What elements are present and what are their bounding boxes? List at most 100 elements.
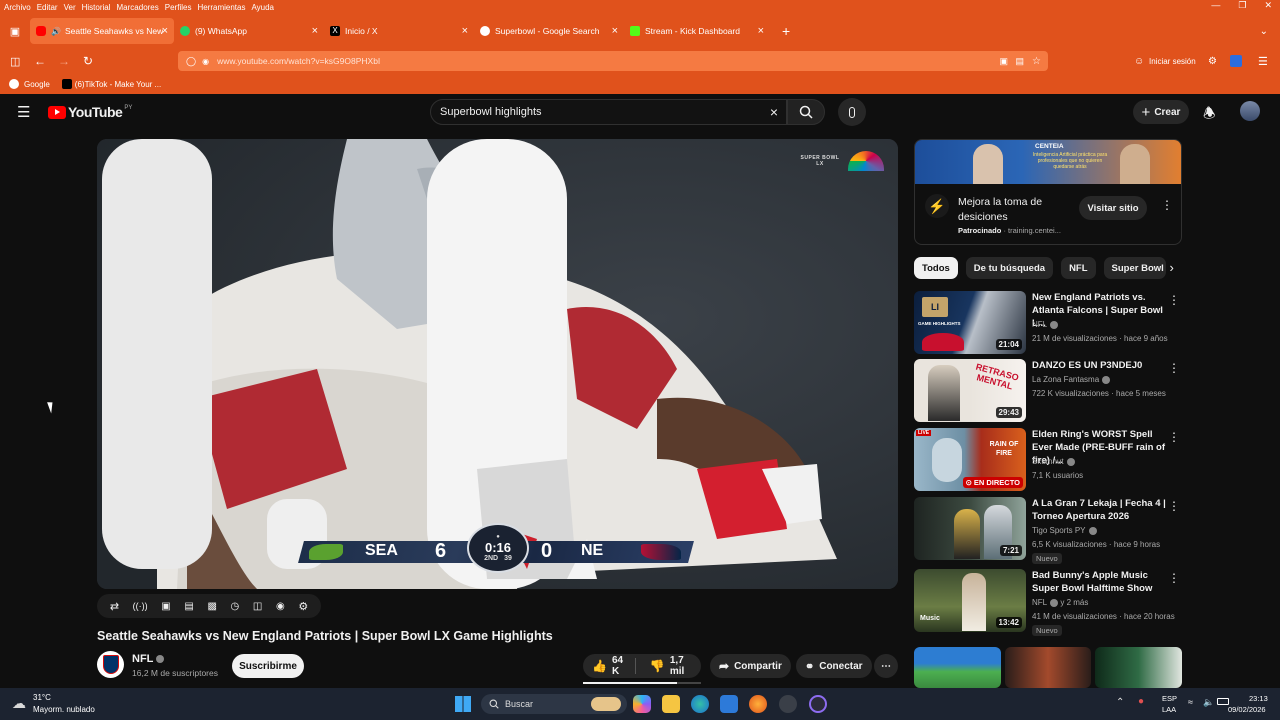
menu-archivo[interactable]: Archivo: [4, 3, 31, 12]
lang-indicator[interactable]: ESP: [1162, 694, 1177, 703]
short-thumbnail[interactable]: [914, 647, 1001, 688]
chip-nfl[interactable]: NFL: [1061, 257, 1096, 279]
bookmark-google[interactable]: Google: [24, 80, 50, 89]
rec-channel-name[interactable]: La Zona Fantasma: [1032, 375, 1099, 384]
channel-name-text[interactable]: NFL: [132, 653, 153, 665]
screenshot-icon[interactable]: ◉: [276, 601, 285, 612]
copilot-icon[interactable]: [633, 695, 651, 713]
rec-channel-name[interactable]: NFL: [1032, 320, 1047, 329]
profile-icon[interactable]: [1230, 55, 1242, 67]
share-button[interactable]: ➦ Compartir: [710, 654, 791, 678]
speed-icon[interactable]: ◷: [231, 601, 240, 612]
weather-icon[interactable]: ☁: [12, 695, 26, 712]
close-window-icon[interactable]: ✕: [1264, 0, 1272, 11]
close-tab-icon[interactable]: ×: [612, 25, 618, 37]
rec-title[interactable]: Bad Bunny's Apple Music Super Bowl Halft…: [1032, 569, 1168, 595]
sidebar-toggle-icon[interactable]: ◫: [10, 55, 20, 68]
menu-editar[interactable]: Editar: [37, 3, 58, 12]
rec-channel[interactable]: La Zona Fantasma: [1032, 375, 1111, 384]
menu-ayuda[interactable]: Ayuda: [251, 3, 274, 12]
shield-icon[interactable]: ◯: [186, 56, 196, 67]
bookmark-tiktok[interactable]: (6)TikTok - Make Your ...: [75, 80, 161, 89]
rec-channel[interactable]: Skumnut: [1032, 457, 1075, 466]
pip-icon[interactable]: ▣: [999, 56, 1008, 67]
mic-tray-icon[interactable]: ●: [1138, 696, 1144, 707]
reader-icon[interactable]: ▤: [1015, 56, 1024, 67]
menu-perfiles[interactable]: Perfiles: [165, 3, 192, 12]
url-text[interactable]: www.youtube.com/watch?v=ksG9O8PHXbI: [217, 56, 380, 66]
extensions-icon[interactable]: ⚙: [1208, 56, 1217, 67]
rec-kebab-icon[interactable]: ⋮: [1168, 430, 1180, 444]
volume-icon[interactable]: 🔈: [1203, 697, 1214, 708]
settings-icon[interactable]: ⚙: [298, 600, 308, 613]
clear-search-icon[interactable]: ×: [770, 104, 778, 120]
rec-channel-name[interactable]: Skumnut: [1032, 457, 1064, 466]
sidebar-ad[interactable]: CENTEIA Inteligencia Artificial práctica…: [914, 139, 1182, 245]
tab-whatsapp[interactable]: (9) WhatsApp ×: [174, 18, 324, 44]
bell-icon[interactable]: 🕭: [1203, 103, 1216, 127]
tab-seahawks[interactable]: 🔊 Seattle Seahawks vs New E ×: [30, 18, 174, 44]
tab-x[interactable]: X Inicio / X ×: [324, 18, 474, 44]
chip-todos[interactable]: Todos: [914, 257, 958, 279]
list-item[interactable]: LI GAME HIGHLIGHTS 21:04 New England Pat…: [914, 291, 1182, 355]
rec-channel[interactable]: NFL: [1032, 320, 1059, 329]
firefox-icon[interactable]: [749, 695, 767, 713]
rec-kebab-icon[interactable]: ⋮: [1168, 361, 1180, 375]
rec-kebab-icon[interactable]: ⋮: [1168, 571, 1180, 585]
search-input[interactable]: Superbowl highlights ×: [430, 99, 787, 125]
new-tab-icon[interactable]: +: [782, 23, 790, 39]
forward-icon[interactable]: →: [58, 54, 70, 68]
account-icon[interactable]: ☺: [1134, 56, 1144, 67]
minimize-icon[interactable]: —: [1211, 0, 1220, 11]
menu-historial[interactable]: Historial: [82, 3, 111, 12]
rec-channel-name[interactable]: Tigo Sports PY: [1032, 526, 1086, 535]
signin-label[interactable]: Iniciar sesión: [1149, 57, 1196, 66]
tab-overview-icon[interactable]: ▣: [0, 25, 30, 38]
create-button[interactable]: + Crear: [1133, 100, 1189, 124]
menu-icon[interactable]: ☰: [1258, 55, 1268, 68]
youtube-logo[interactable]: YouTube PY: [48, 104, 132, 120]
edge-icon[interactable]: [691, 695, 709, 713]
voice-search-button[interactable]: [838, 98, 866, 126]
short-thumbnail[interactable]: [1095, 647, 1182, 688]
video-thumbnail[interactable]: LIVE RAIN OF FIRE ⊙ EN DIRECTO: [914, 428, 1026, 491]
menu-ver[interactable]: Ver: [64, 3, 76, 12]
search-button[interactable]: [787, 99, 825, 125]
wifi-icon[interactable]: ≈: [1188, 697, 1193, 707]
clock-date[interactable]: 09/02/2026: [1228, 705, 1266, 714]
close-tab-icon[interactable]: ×: [312, 25, 318, 37]
channel-avatar[interactable]: [97, 651, 124, 678]
rec-channel[interactable]: NFL y 2 más: [1032, 598, 1088, 607]
menu-herramientas[interactable]: Herramientas: [197, 3, 245, 12]
close-tab-icon[interactable]: ×: [462, 25, 468, 37]
pip-icon[interactable]: ▩: [207, 601, 216, 612]
weather-temp[interactable]: 31°C: [33, 693, 51, 702]
list-item[interactable]: 7:21 A La Gran 7 Lekaja | Fecha 4 | Torn…: [914, 497, 1182, 564]
chip-de-tu-busqueda[interactable]: De tu búsqueda: [965, 257, 1054, 279]
restore-icon[interactable]: ❐: [1238, 0, 1246, 11]
chip-next-icon[interactable]: ›: [1170, 257, 1174, 281]
bookmark-star-icon[interactable]: ☆: [1032, 56, 1041, 67]
clock-time[interactable]: 23:13: [1249, 694, 1268, 703]
subscribe-button[interactable]: Suscribirme: [232, 654, 304, 678]
ad-banner[interactable]: CENTEIA Inteligencia Artificial práctica…: [915, 140, 1181, 184]
taskbar-search[interactable]: Buscar: [481, 694, 627, 714]
menu-marcadores[interactable]: Marcadores: [117, 3, 159, 12]
store-icon[interactable]: [720, 695, 738, 713]
video-thumbnail[interactable]: Music 13:42: [914, 569, 1026, 632]
tab-kick[interactable]: Stream - Kick Dashboard ×: [624, 18, 770, 44]
close-tab-icon[interactable]: ×: [162, 25, 168, 37]
tray-chevron-icon[interactable]: ⌃: [1116, 697, 1124, 708]
theater-icon[interactable]: ▤: [184, 601, 193, 612]
list-item[interactable]: Music 13:42 Bad Bunny's Apple Music Supe…: [914, 569, 1182, 636]
back-icon[interactable]: ←: [34, 54, 46, 68]
audio-icon[interactable]: 🔊: [51, 27, 61, 36]
search-query[interactable]: Superbowl highlights: [440, 106, 542, 118]
tab-google[interactable]: Superbowl - Google Search ×: [474, 18, 624, 44]
battery-icon[interactable]: [1217, 698, 1229, 705]
list-item[interactable]: LIVE RAIN OF FIRE ⊙ EN DIRECTO Elden Ring…: [914, 428, 1182, 492]
rec-channel-name[interactable]: NFL: [1032, 598, 1047, 607]
video-thumbnail[interactable]: RETRASO MENTAL 29:43: [914, 359, 1026, 422]
chip-super-bowl[interactable]: Super Bowl: [1103, 257, 1166, 279]
visit-site-button[interactable]: Visitar sitio: [1079, 196, 1147, 220]
